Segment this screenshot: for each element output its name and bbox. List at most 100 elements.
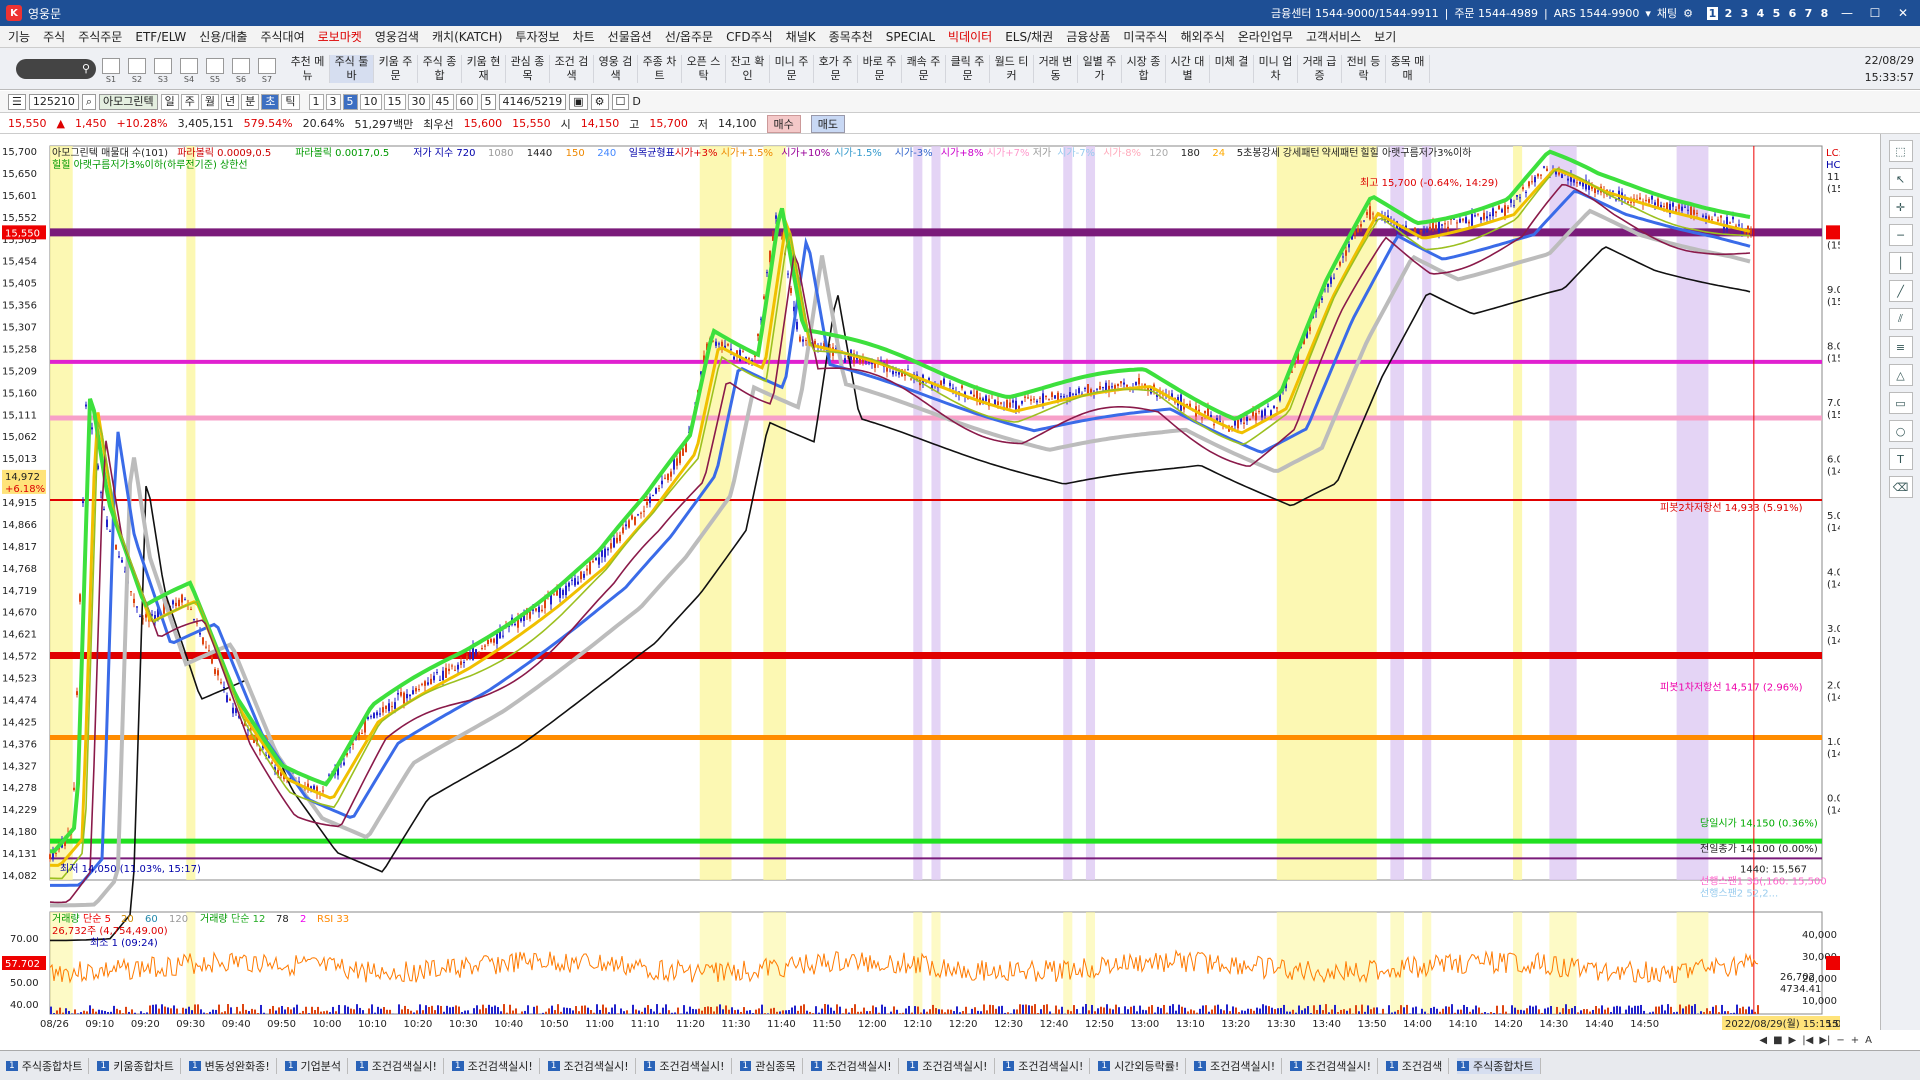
interval-1[interactable]: 1	[308, 93, 324, 110]
interval-15[interactable]: 15	[383, 93, 406, 110]
stock-name[interactable]: 아모그린텍	[99, 93, 158, 110]
taskbar-item-6[interactable]: 1 조건검색실시!	[547, 1057, 636, 1074]
toolbar-button-23[interactable]: 거래 급증	[1298, 54, 1342, 83]
close-button[interactable]: ✕	[1892, 4, 1914, 22]
taskbar-item-2[interactable]: 1 변동성완화종!	[188, 1057, 277, 1074]
toolbar-button-21[interactable]: 미체 결	[1210, 54, 1254, 83]
period-0[interactable]: 일	[160, 93, 179, 110]
quick-icon-5[interactable]: S6	[230, 57, 252, 84]
menu-item-21[interactable]: 해외주식	[1181, 28, 1225, 45]
page-switcher[interactable]: 12345678	[1707, 6, 1830, 20]
menu-item-1[interactable]: 주식	[43, 28, 65, 45]
period-6[interactable]: 틱	[281, 93, 300, 110]
toolbar-button-20[interactable]: 시간 대별	[1166, 54, 1210, 83]
buy-button[interactable]: 매수	[766, 114, 801, 133]
menu-item-22[interactable]: 온라인업무	[1238, 28, 1293, 45]
chat-button[interactable]: 채팅	[1657, 5, 1677, 21]
nav-button-5[interactable]: −	[1836, 1035, 1844, 1046]
menu-item-17[interactable]: 빅데이터	[948, 28, 992, 45]
nav-button-0[interactable]: ◀	[1759, 1035, 1767, 1046]
period-2[interactable]: 월	[200, 93, 220, 110]
menu-item-5[interactable]: 주식대여	[260, 28, 304, 45]
quick-icon-6[interactable]: S7	[256, 57, 278, 84]
maximize-button[interactable]: ☐	[1864, 4, 1886, 22]
nav-button-3[interactable]: |◀	[1802, 1035, 1813, 1046]
menu-item-14[interactable]: 채널K	[786, 28, 816, 45]
toolbar-button-7[interactable]: 영웅 검색	[594, 54, 638, 83]
eraser-icon[interactable]: T	[1888, 448, 1913, 470]
crosshair-icon[interactable]: ↖	[1888, 168, 1913, 190]
text-icon[interactable]: ○	[1888, 420, 1913, 442]
page-8[interactable]: 8	[1819, 7, 1830, 20]
trend-icon[interactable]: │	[1888, 252, 1913, 274]
taskbar-item-13[interactable]: 1 조건검색실시!	[1194, 1057, 1283, 1074]
nav-button-6[interactable]: +	[1851, 1035, 1859, 1046]
menu-item-4[interactable]: 신용/대출	[199, 28, 247, 45]
menu-item-20[interactable]: 미국주식	[1123, 28, 1167, 45]
magnet-icon[interactable]: ⌫	[1888, 476, 1913, 498]
page-5[interactable]: 5	[1771, 7, 1782, 20]
rect-icon[interactable]: △	[1888, 364, 1913, 386]
count-input[interactable]: 5	[480, 93, 496, 110]
interval-3[interactable]: 3	[325, 93, 341, 110]
period-3[interactable]: 년	[221, 93, 240, 110]
page-3[interactable]: 3	[1739, 7, 1750, 20]
channel-icon[interactable]: ╱	[1888, 280, 1913, 302]
sell-button[interactable]: 매도	[810, 114, 846, 133]
price-chart[interactable]: 15,70015,65015,60115,55215,50315,45415,4…	[0, 134, 1871, 1030]
fib-icon[interactable]: ⫽	[1888, 308, 1913, 330]
d-checkbox[interactable]: ☐	[611, 93, 630, 110]
page-1[interactable]: 1	[1707, 6, 1718, 20]
taskbar-item-15[interactable]: 1 조건검색	[1386, 1057, 1450, 1074]
nav-button-4[interactable]: ▶|	[1819, 1035, 1830, 1046]
taskbar-item-12[interactable]: 1 시간외등락률!	[1098, 1057, 1187, 1074]
taskbar-item-5[interactable]: 1 조건검색실시!	[451, 1057, 540, 1074]
quick-icon-2[interactable]: S3	[152, 57, 174, 84]
menu-item-2[interactable]: 주식주문	[78, 28, 122, 45]
stock-search-icon[interactable]: ⌕	[81, 93, 97, 110]
dropdown-icon[interactable]: ▾	[1645, 7, 1651, 20]
menu-item-11[interactable]: 선물옵션	[608, 28, 652, 45]
menu-item-7[interactable]: 영웅검색	[375, 28, 419, 45]
interval-5[interactable]: 5	[342, 93, 358, 110]
period-5[interactable]: 초	[261, 93, 280, 110]
toolbar-button-16[interactable]: 월드 티커	[990, 54, 1034, 83]
toolbar-button-12[interactable]: 호가 주문	[814, 54, 858, 83]
taskbar-item-9[interactable]: 1 조건검색실시!	[810, 1057, 899, 1074]
menu-item-12[interactable]: 선/옵주문	[665, 28, 713, 45]
taskbar-item-0[interactable]: 1 주식종합차트	[6, 1057, 90, 1074]
gear-icon[interactable]: ⚙	[1683, 7, 1693, 20]
toolbar-button-4[interactable]: 키움 현재	[462, 54, 506, 83]
toolbar-button-14[interactable]: 쾌속 주문	[902, 54, 946, 83]
menu-item-10[interactable]: 차트	[573, 28, 595, 45]
save-icon[interactable]: ▣	[569, 93, 588, 110]
taskbar-item-7[interactable]: 1 조건검색실시!	[643, 1057, 732, 1074]
quick-icon-1[interactable]: S2	[126, 57, 148, 84]
toolbar-button-3[interactable]: 주식 종합	[418, 54, 462, 83]
page-2[interactable]: 2	[1723, 7, 1734, 20]
toolbar-button-19[interactable]: 시장 종합	[1122, 54, 1166, 83]
taskbar-item-14[interactable]: 1 조건검색실시!	[1290, 1057, 1378, 1074]
toolbar-button-15[interactable]: 클릭 주문	[946, 54, 990, 83]
menu-item-24[interactable]: 보기	[1374, 28, 1396, 45]
quick-icon-4[interactable]: S5	[204, 57, 226, 84]
interval-30[interactable]: 30	[407, 93, 430, 110]
toolbar-button-24[interactable]: 전비 등락	[1342, 54, 1386, 83]
menu-item-16[interactable]: SPECIAL	[886, 30, 935, 44]
taskbar-item-16[interactable]: 1 주식종합차트	[1457, 1057, 1541, 1074]
taskbar-item-11[interactable]: 1 조건검색실시!	[1002, 1057, 1091, 1074]
menu-item-9[interactable]: 투자정보	[515, 28, 559, 45]
toolbar-button-10[interactable]: 잔고 확인	[726, 54, 770, 83]
vline-icon[interactable]: ─	[1888, 224, 1913, 246]
interval-10[interactable]: 10	[359, 93, 382, 110]
toolbar-button-8[interactable]: 주종 차트	[638, 54, 682, 83]
taskbar-item-4[interactable]: 1 조건검색실시!	[356, 1057, 444, 1074]
menu-search-input[interactable]: ⚲	[16, 58, 96, 79]
nav-button-7[interactable]: A	[1865, 1035, 1872, 1046]
quick-icon-3[interactable]: S4	[178, 57, 200, 84]
toolbar-button-11[interactable]: 미니 주문	[770, 54, 814, 83]
menu-item-15[interactable]: 종목추천	[829, 28, 873, 45]
toolbar-button-13[interactable]: 바로 주문	[858, 54, 902, 83]
cursor-icon[interactable]: ⬚	[1888, 140, 1913, 162]
toolbar-button-22[interactable]: 미니 업차	[1254, 54, 1298, 83]
